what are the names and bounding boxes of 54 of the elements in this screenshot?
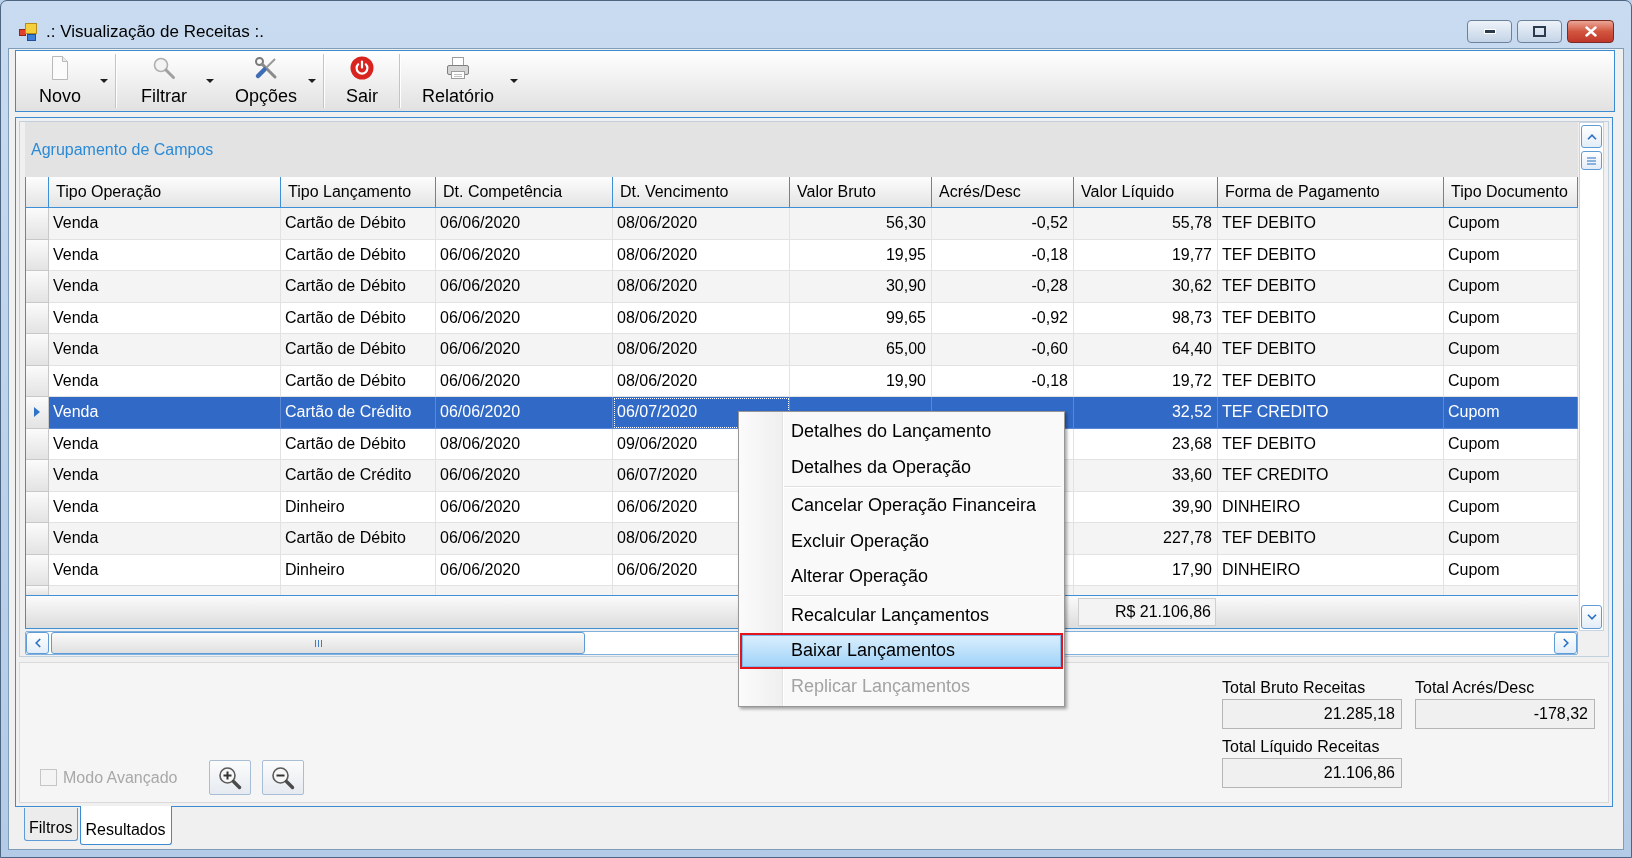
- table-cell: 08/06/2020: [613, 334, 790, 366]
- table-cell: 06/06/2020: [436, 208, 613, 240]
- table-cell: Cartão de Crédito: [281, 397, 436, 429]
- table-cell: TEF CREDITO: [1218, 397, 1444, 429]
- total-field: -178,32: [1415, 699, 1595, 729]
- table-cell: TEF DEBITO: [1218, 334, 1444, 366]
- table-cell: 30,62: [1074, 271, 1218, 303]
- table-cell: Venda: [49, 523, 281, 555]
- total-label: Total Líquido Receitas: [1222, 738, 1381, 756]
- table-cell: Cupom: [1444, 460, 1578, 492]
- table-cell: Cupom: [1444, 271, 1578, 303]
- table-cell: Venda: [49, 271, 281, 303]
- table-cell: TEF CREDITO: [1218, 460, 1444, 492]
- table-cell: 227,78: [1074, 523, 1218, 555]
- table-cell: Cupom: [1444, 208, 1578, 240]
- table-cell: TEF DEBITO: [1218, 208, 1444, 240]
- table-cell: Venda: [49, 208, 281, 240]
- table-cell: Cupom: [1444, 397, 1578, 429]
- table-cell: Venda: [49, 397, 281, 429]
- table-cell: -0,52: [932, 208, 1074, 240]
- table-cell: 08/06/2020: [613, 271, 790, 303]
- table-cell: Cartão de Débito: [281, 208, 436, 240]
- window-title: .: Visualização de Receitas :.: [46, 20, 264, 43]
- table-cell: Cupom: [1444, 334, 1578, 366]
- total-label: Total Bruto Receitas: [1222, 679, 1367, 697]
- total-label: Total Acrés/Desc: [1415, 679, 1536, 697]
- table-cell: 08/06/2020: [613, 208, 790, 240]
- table-cell: TEF DEBITO: [1218, 271, 1444, 303]
- table-cell: 33,60: [1074, 460, 1218, 492]
- table-cell: 64,40: [1074, 334, 1218, 366]
- summary-cell: R$ 21.106,86: [1078, 598, 1216, 626]
- total-field: 21.285,18: [1222, 699, 1402, 729]
- table-cell: 55,78: [1074, 208, 1218, 240]
- table-cell: 06/06/2020: [436, 334, 613, 366]
- table-cell: Cartão de Débito: [281, 523, 436, 555]
- table-cell: 56,30: [790, 208, 932, 240]
- table-cell: 65,00: [790, 334, 932, 366]
- table-cell: Cartão de Débito: [281, 271, 436, 303]
- table-cell: Venda: [49, 460, 281, 492]
- total-field: 21.106,86: [1222, 758, 1402, 788]
- table-cell: 06/06/2020: [436, 460, 613, 492]
- group-panel-hint: Agrupamento de Campos: [31, 139, 214, 160]
- table-cell: 06/06/2020: [436, 397, 613, 429]
- table-cell: 32,52: [1074, 397, 1218, 429]
- table-cell: 06/06/2020: [436, 523, 613, 555]
- table-cell: -0,60: [932, 334, 1074, 366]
- table-cell: Cartão de Crédito: [281, 460, 436, 492]
- table-cell: -0,28: [932, 271, 1074, 303]
- table-cell: Cartão de Débito: [281, 334, 436, 366]
- table-cell: 06/06/2020: [436, 271, 613, 303]
- table-cell: Venda: [49, 334, 281, 366]
- table-cell: TEF DEBITO: [1218, 523, 1444, 555]
- table-cell: 30,90: [790, 271, 932, 303]
- table-cell: Cupom: [1444, 523, 1578, 555]
